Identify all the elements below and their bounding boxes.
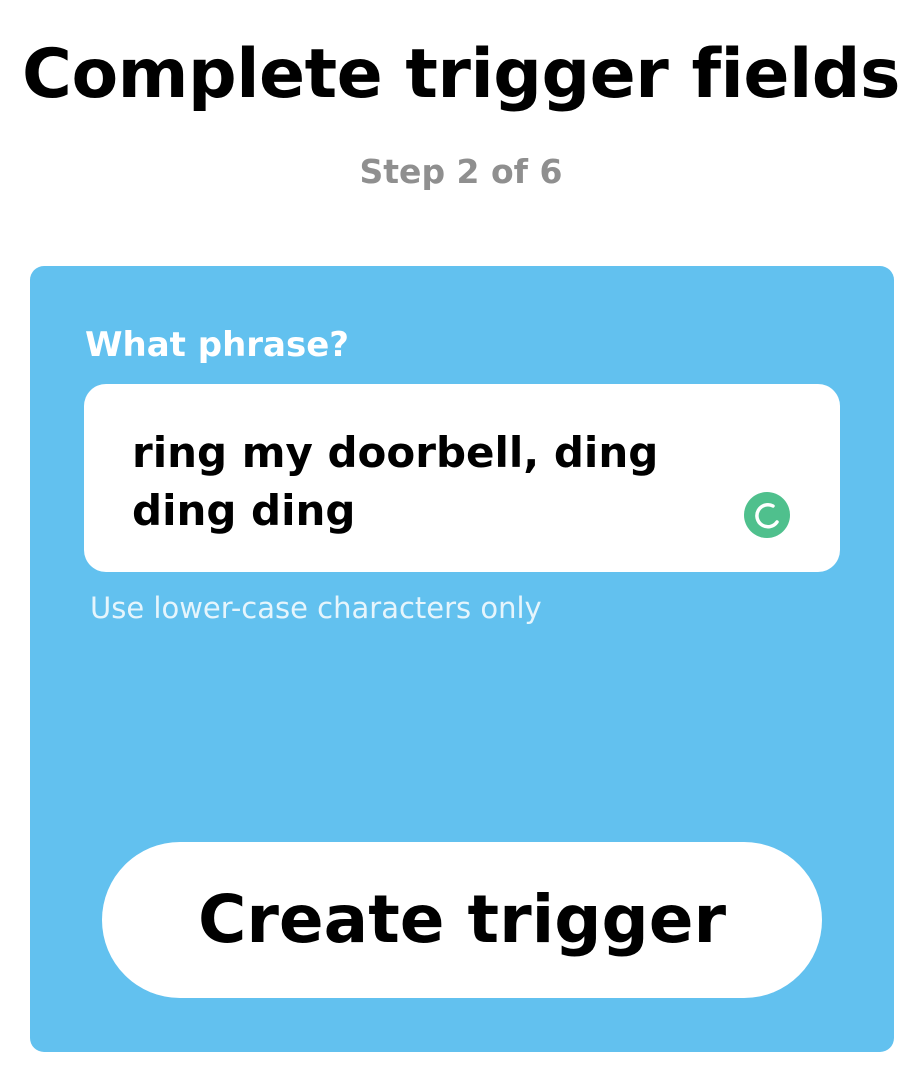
- step-indicator: Step 2 of 6: [359, 152, 563, 191]
- create-trigger-button[interactable]: Create trigger: [102, 842, 822, 998]
- trigger-fields-page: Complete trigger fields Step 2 of 6 What…: [0, 0, 922, 1072]
- phrase-input[interactable]: ring my doorbell, ding ding ding: [84, 384, 840, 572]
- grammar-check-icon[interactable]: [744, 492, 790, 538]
- page-title: Complete trigger fields: [22, 35, 900, 114]
- phrase-field-label: What phrase?: [85, 325, 350, 365]
- trigger-form-panel: What phrase? ring my doorbell, ding ding…: [30, 266, 894, 1052]
- phrase-helper-text: Use lower-case characters only: [90, 591, 542, 625]
- phrase-input-value[interactable]: ring my doorbell, ding ding ding: [132, 424, 762, 540]
